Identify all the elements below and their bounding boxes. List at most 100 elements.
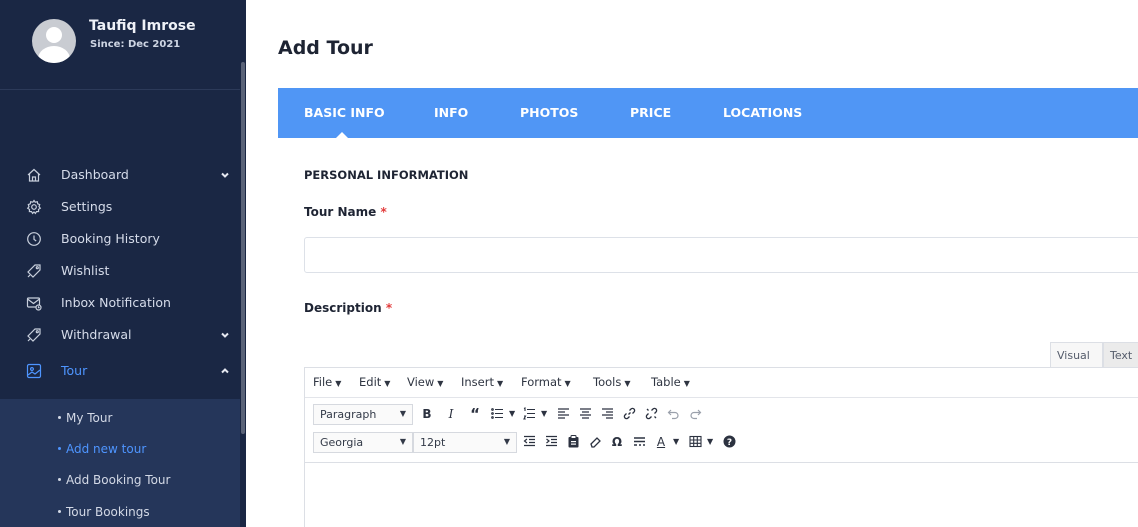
sidebar-scrollbar[interactable] (241, 62, 245, 434)
horizontal-line-button[interactable] (629, 432, 649, 452)
tour-name-label-text: Tour Name (304, 205, 377, 219)
caret-down-icon[interactable]: ▼ (673, 437, 679, 446)
tour-submenu: My Tour Add new tour Add Booking Tour To… (0, 399, 240, 527)
editor-visual-tab[interactable]: Visual (1050, 342, 1103, 368)
caret-down-icon: ▼ (503, 437, 510, 446)
submenu-item-my-tour[interactable]: My Tour (58, 411, 112, 425)
editor-toolbar-row-2: Georgia ▼ 12pt ▼ Ω A ▼ ▼ ? (305, 429, 1138, 455)
sidebar-item-inbox-notification[interactable]: Inbox Notification (0, 288, 240, 318)
align-center-button[interactable] (575, 404, 595, 424)
bullet-icon (58, 510, 61, 513)
undo-icon (667, 409, 679, 420)
editor-menu-label: View (407, 375, 435, 389)
numbered-list-button[interactable] (519, 404, 539, 424)
align-right-button[interactable] (597, 404, 617, 424)
sidebar-item-label: Settings (61, 199, 113, 214)
sidebar-item-withdrawal[interactable]: Withdrawal (0, 320, 240, 350)
tab-locations[interactable]: LOCATIONS (723, 105, 802, 120)
sidebar-item-label: Inbox Notification (61, 295, 171, 310)
bullet-list-button[interactable] (487, 404, 507, 424)
sidebar-item-settings[interactable]: Settings (0, 192, 240, 222)
editor-menu-label: Insert (461, 375, 494, 389)
chevron-down-icon[interactable] (219, 329, 231, 341)
caret-down-icon: ▼ (335, 379, 342, 388)
sidebar-item-tour[interactable]: Tour (0, 356, 240, 386)
editor-menu-file[interactable]: File ▼ (313, 375, 341, 389)
paste-button[interactable] (563, 432, 583, 452)
tab-basic-info[interactable]: BASIC INFO (304, 105, 385, 120)
redo-icon (689, 409, 701, 420)
editor-menu-tools[interactable]: Tools ▼ (593, 375, 631, 389)
italic-button[interactable]: I (441, 404, 461, 424)
editor-menu-label: Format (521, 375, 562, 389)
page-title: Add Tour (278, 37, 373, 59)
tag-icon (26, 327, 42, 343)
font-size-select[interactable]: 12pt ▼ (413, 432, 517, 453)
insert-table-button[interactable] (685, 432, 705, 452)
editor-text-tab[interactable]: Text (1103, 342, 1138, 368)
clock-icon (26, 231, 42, 247)
editor-menu-edit[interactable]: Edit ▼ (359, 375, 390, 389)
caret-down-icon[interactable]: ▼ (541, 409, 547, 418)
editor-content-area[interactable] (305, 462, 1138, 527)
align-left-button[interactable] (553, 404, 573, 424)
table-icon (688, 435, 702, 448)
bullet-icon (58, 447, 61, 450)
submenu-item-tour-bookings[interactable]: Tour Bookings (58, 505, 150, 519)
user-profile: Taufiq Imrose Since: Dec 2021 (0, 0, 240, 90)
editor-menu-format[interactable]: Format ▼ (521, 375, 571, 389)
numbered-list-icon (522, 407, 535, 420)
caret-down-icon[interactable]: ▼ (707, 437, 713, 446)
outdent-icon (523, 435, 535, 447)
required-mark: * (380, 205, 387, 219)
bold-button[interactable]: B (417, 404, 437, 424)
paragraph-format-select[interactable]: Paragraph ▼ (313, 404, 413, 425)
paragraph-format-value: Paragraph (320, 408, 377, 421)
sidebar-item-wishlist[interactable]: Wishlist (0, 256, 240, 286)
editor-menu-table[interactable]: Table ▼ (651, 375, 690, 389)
align-left-icon (557, 408, 569, 419)
caret-down-icon: ▼ (564, 379, 571, 388)
editor-menu-view[interactable]: View ▼ (407, 375, 443, 389)
tour-name-input[interactable] (304, 237, 1138, 273)
undo-button[interactable] (663, 404, 683, 424)
editor-toolbar-row-1: Paragraph ▼ B I “ ▼ ▼ (305, 401, 1138, 427)
align-center-icon (579, 408, 591, 419)
chevron-up-icon[interactable] (219, 365, 231, 377)
sidebar-item-label: Wishlist (61, 263, 110, 278)
clear-formatting-button[interactable] (585, 432, 605, 452)
editor-menu-label: File (313, 375, 333, 389)
link-icon (623, 407, 635, 420)
caret-down-icon[interactable]: ▼ (509, 409, 515, 418)
font-family-select[interactable]: Georgia ▼ (313, 432, 413, 453)
outdent-button[interactable] (519, 432, 539, 452)
unlink-icon (645, 407, 657, 420)
sidebar-item-dashboard[interactable]: Dashboard (0, 160, 240, 190)
tab-info[interactable]: INFO (434, 105, 468, 120)
tab-price[interactable]: PRICE (630, 105, 671, 120)
redo-button[interactable] (685, 404, 705, 424)
remove-link-button[interactable] (641, 404, 661, 424)
section-title: PERSONAL INFORMATION (304, 168, 469, 182)
chevron-down-icon[interactable] (219, 169, 231, 181)
insert-link-button[interactable] (619, 404, 639, 424)
avatar[interactable] (32, 19, 76, 63)
indent-button[interactable] (541, 432, 561, 452)
blockquote-button[interactable]: “ (465, 404, 485, 424)
sidebar-item-label: Withdrawal (61, 327, 132, 342)
submenu-item-add-booking-tour[interactable]: Add Booking Tour (58, 473, 170, 487)
sidebar: Taufiq Imrose Since: Dec 2021 Dashboard … (0, 0, 246, 527)
tab-photos[interactable]: PHOTOS (520, 105, 578, 120)
special-character-button[interactable]: Ω (607, 432, 627, 452)
help-button[interactable]: ? (719, 432, 739, 452)
sidebar-item-label: Dashboard (61, 167, 129, 182)
bullet-list-icon (490, 408, 503, 419)
editor-menu-insert[interactable]: Insert ▼ (461, 375, 503, 389)
form-tabs: BASIC INFO INFO PHOTOS PRICE LOCATIONS (278, 88, 1138, 138)
submenu-item-label: Add Booking Tour (66, 473, 171, 487)
description-editor: File ▼ Edit ▼ View ▼ Insert ▼ Format ▼ Tools ▼… (304, 367, 1138, 527)
text-color-button[interactable]: A (651, 432, 671, 452)
sidebar-item-booking-history[interactable]: Booking History (0, 224, 240, 254)
submenu-item-add-new-tour[interactable]: Add new tour (58, 442, 146, 456)
sidebar-item-label: Tour (61, 363, 88, 378)
